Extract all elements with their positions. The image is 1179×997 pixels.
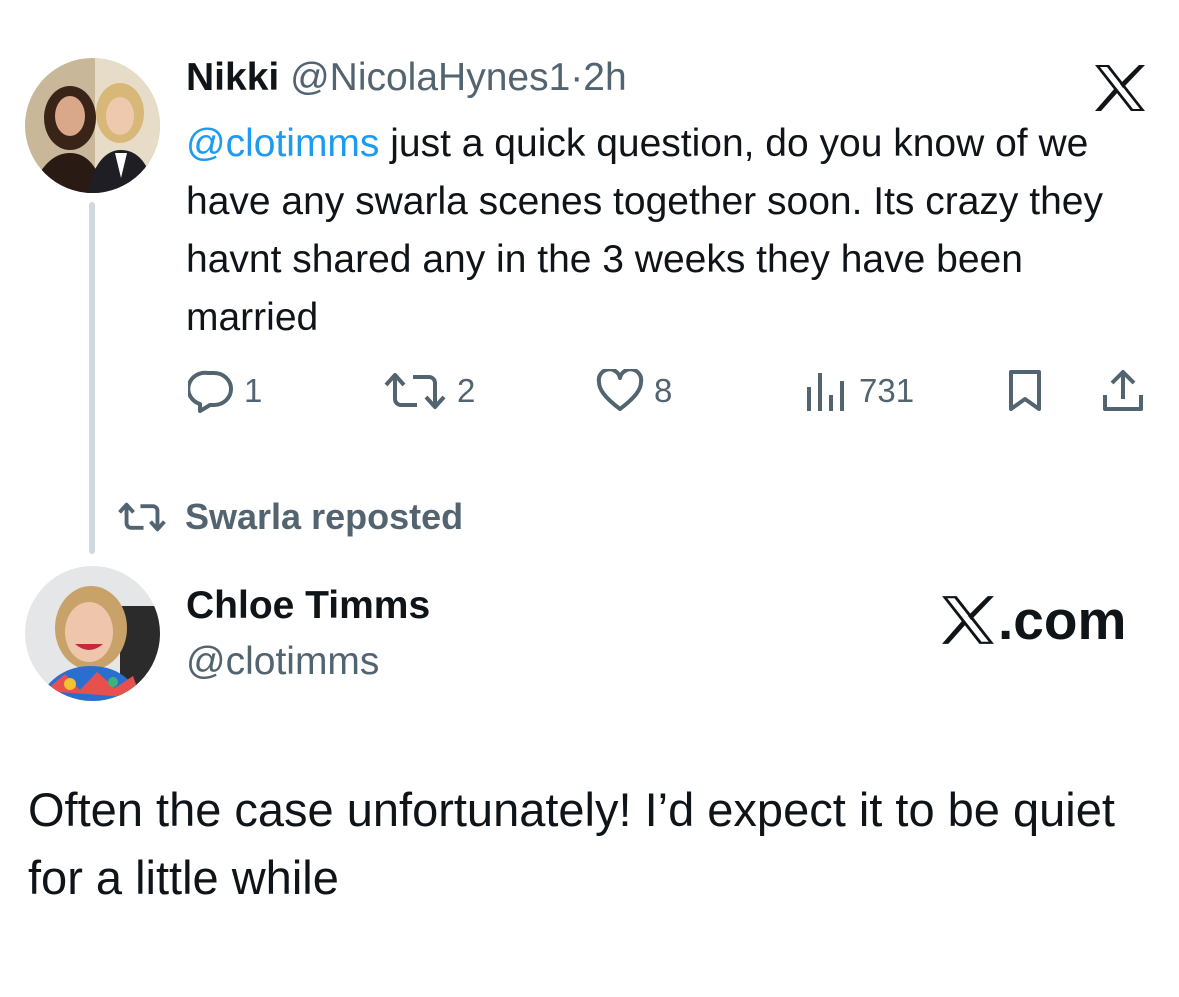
author-name[interactable]: Nikki	[186, 56, 279, 99]
x-com-brand: .com	[940, 588, 1126, 652]
repost-button[interactable]: 2	[383, 369, 475, 413]
tweet-body: @clotimms just a quick question, do you …	[186, 115, 1161, 347]
heart-icon	[596, 369, 644, 411]
reply-button[interactable]: 1	[188, 369, 262, 413]
repost-banner-label: Swarla reposted	[185, 496, 464, 537]
views-button[interactable]: 731	[803, 369, 914, 413]
like-button[interactable]: 8	[596, 369, 672, 413]
repost-count: 2	[457, 372, 476, 409]
nikki-avatar[interactable]	[25, 58, 160, 193]
repost-icon	[384, 373, 446, 409]
like-count: 8	[654, 372, 673, 409]
mention-link[interactable]: @clotimms	[186, 122, 379, 165]
views-chart-icon	[807, 373, 844, 411]
share-button[interactable]	[1101, 369, 1145, 415]
reply-body: Often the case unfortunately! I’d expect…	[28, 783, 1115, 904]
chloe-avatar[interactable]	[25, 566, 160, 701]
brand-domain: .com	[998, 589, 1127, 651]
author-handle[interactable]: @NicolaHynes1	[290, 56, 570, 99]
x-logo-icon	[1095, 65, 1145, 111]
bookmark-button[interactable]	[1003, 369, 1047, 413]
reply-bubble-icon	[188, 370, 233, 413]
bookmark-icon	[1009, 370, 1041, 411]
repost-icon	[118, 502, 166, 532]
tweet-header: Nikki @NicolaHynes1·2h	[186, 56, 627, 100]
reply-author-handle[interactable]: @clotimms	[186, 640, 379, 684]
x-logo-icon	[942, 596, 994, 644]
share-icon	[1103, 370, 1143, 411]
reply-author-name[interactable]: Chloe Timms	[186, 584, 430, 628]
reply-count: 1	[244, 372, 263, 409]
repost-banner[interactable]: Swarla reposted	[117, 496, 463, 538]
views-count: 731	[859, 372, 915, 409]
tweet-timestamp[interactable]: 2h	[583, 56, 626, 99]
thread-connector-line	[89, 202, 95, 554]
header-separator: ·	[570, 56, 584, 99]
